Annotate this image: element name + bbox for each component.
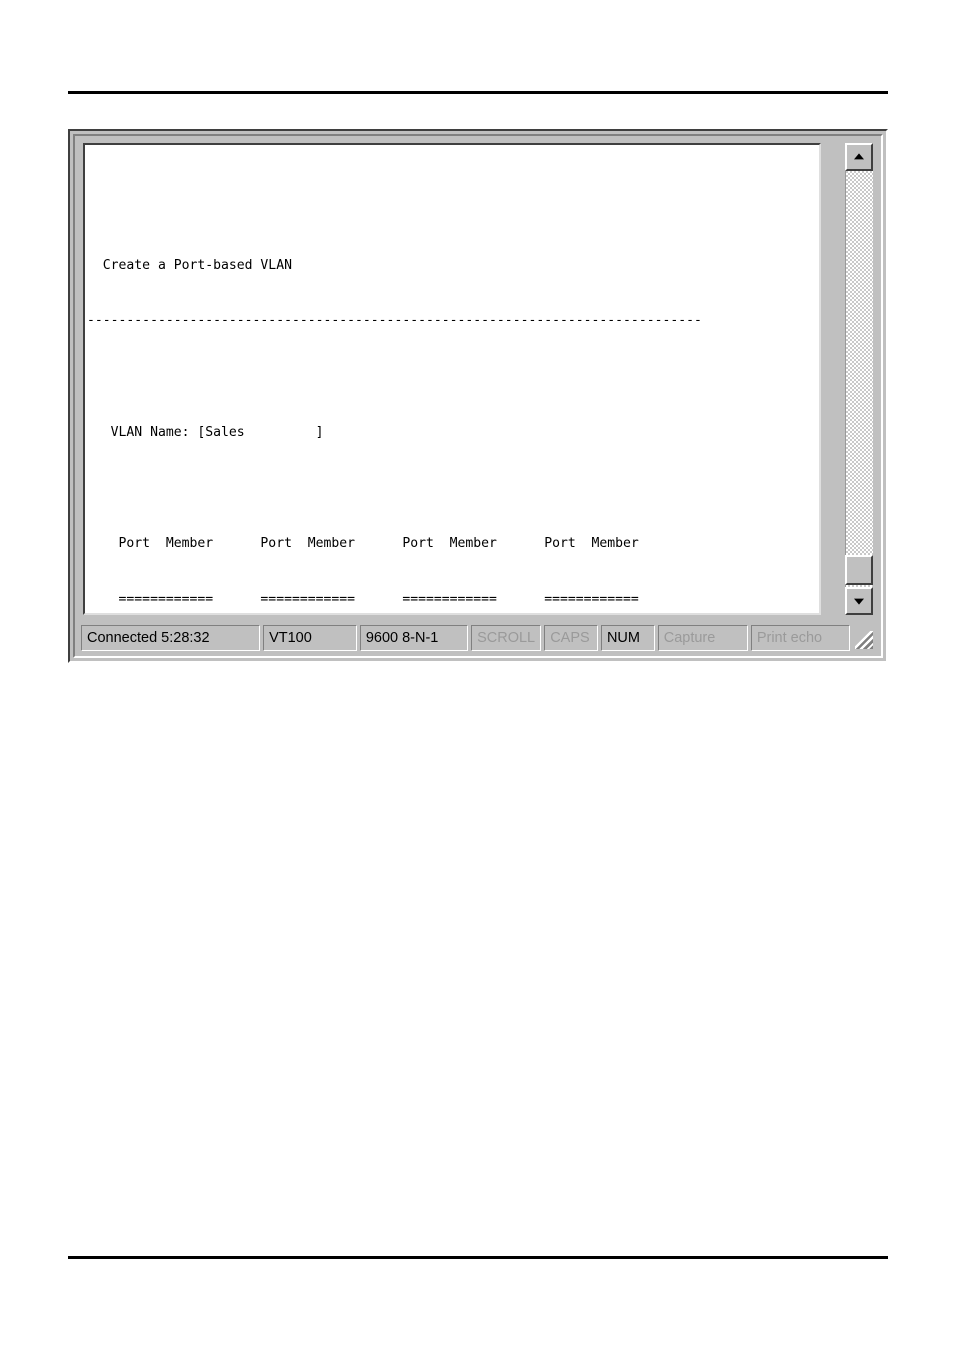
page-header-rule (68, 91, 888, 94)
status-connection: Connected 5:28:32 (81, 625, 261, 651)
scroll-down-button[interactable] (845, 587, 873, 615)
triangle-up-icon (854, 153, 864, 160)
status-print-echo-indicator: Print echo (750, 625, 850, 651)
port-table-header: Port Member Port Member Port Member Port… (87, 536, 639, 552)
terminal-screen: Create a Port-based VLAN ---------------… (85, 145, 819, 613)
vlan-name-field[interactable]: VLAN Name: [Sales ] (85, 424, 819, 443)
status-scroll-indicator: SCROLL (471, 625, 542, 651)
status-emulation: VT100 (263, 625, 357, 651)
status-line-settings: 9600 8-N-1 (359, 625, 469, 651)
scroll-up-button[interactable] (845, 143, 873, 171)
port-table-header-rule: ============ ============ ============ =… (87, 592, 639, 608)
scrollbar-track[interactable] (845, 171, 873, 587)
terminal-window: Create a Port-based VLAN ---------------… (68, 129, 888, 663)
status-caps-indicator: CAPS (544, 625, 598, 651)
status-capture-indicator: Capture (657, 625, 748, 651)
terminal-client-area[interactable]: Create a Port-based VLAN ---------------… (83, 143, 821, 615)
terminal-window-inner-frame: Create a Port-based VLAN ---------------… (73, 134, 883, 658)
title-separator-rule: ----------------------------------------… (87, 313, 702, 329)
status-num-indicator: NUM (600, 625, 655, 651)
status-bar: Connected 5:28:32 VT100 9600 8-N-1 SCROL… (81, 625, 875, 651)
page-footer-rule (68, 1256, 888, 1259)
screen-title: Create a Port-based VLAN (87, 257, 292, 273)
scrollbar-thumb[interactable] (845, 555, 873, 585)
resize-grip-icon (854, 631, 873, 649)
triangle-down-icon (854, 598, 864, 605)
window-resize-grip[interactable] (853, 625, 875, 651)
vertical-scrollbar[interactable] (845, 143, 873, 615)
